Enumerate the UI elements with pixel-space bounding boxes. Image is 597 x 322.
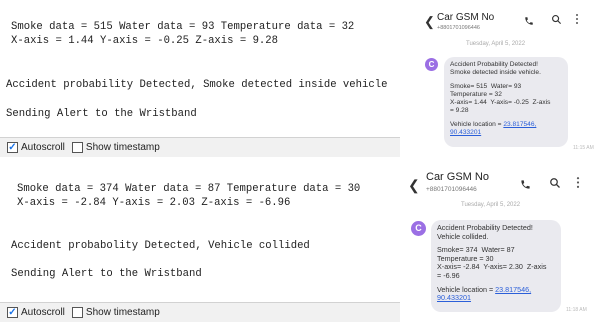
- serial-footer: ✓ Autoscroll Show timestamp: [0, 137, 400, 157]
- serial-line: Smoke data = 374 Water data = 87 Tempera…: [17, 183, 361, 195]
- contact-number: +8801701096446: [426, 186, 477, 193]
- search-icon[interactable]: [549, 176, 561, 194]
- message-date: Tuesday, April 5, 2022: [466, 41, 526, 47]
- autoscroll-checkbox[interactable]: ✓: [7, 142, 18, 153]
- check-icon: ✓: [8, 306, 17, 318]
- message-line: X-axis= 1.44 Y-axis= -0.25 Z-axis: [450, 99, 551, 106]
- serial-monitor-top: Smoke data = 515 Water data = 93 Tempera…: [0, 0, 400, 158]
- contact-name: Car GSM No: [437, 12, 495, 23]
- serial-line: Smoke data = 515 Water data = 93 Tempera…: [11, 21, 355, 33]
- message-line: Smoke detected inside vehicle.: [450, 69, 541, 76]
- message-line: Accident Probability Detected!: [450, 61, 538, 68]
- autoscroll-label: Autoscroll: [21, 142, 65, 153]
- phone-icon[interactable]: [524, 13, 534, 31]
- serial-monitor-bottom: Smoke data = 374 Water data = 87 Tempera…: [0, 166, 400, 322]
- autoscroll-label: Autoscroll: [21, 307, 65, 318]
- serial-line: Accident probability Detected, Smoke det…: [6, 79, 388, 91]
- message-bubble[interactable]: Accident Probability Detected! Vehicle c…: [431, 220, 561, 312]
- autoscroll-checkbox[interactable]: ✓: [7, 307, 18, 318]
- contact-number: +8801701096446: [437, 25, 480, 31]
- serial-line: X-axis = -2.84 Y-axis = 2.03 Z-axis = -6…: [17, 197, 291, 209]
- message-time: 11:15 AM: [573, 145, 594, 151]
- serial-line: Sending Alert to the Wristband: [6, 108, 197, 120]
- location-link[interactable]: 90.433201: [437, 293, 471, 302]
- serial-line: Sending Alert to the Wristband: [11, 268, 202, 280]
- sms-screen-top: ❮ Car GSM No +8801701096446 Tuesday, Apr…: [418, 0, 597, 158]
- message-line: = 9.28: [450, 107, 469, 114]
- serial-footer: ✓ Autoscroll Show timestamp: [0, 302, 400, 322]
- contact-name: Car GSM No: [426, 171, 489, 183]
- chevron-left-icon[interactable]: ❮: [424, 14, 435, 30]
- avatar: C: [425, 58, 438, 71]
- location-link[interactable]: 23.817546,: [495, 285, 531, 294]
- show-timestamp-label: Show timestamp: [85, 307, 160, 318]
- show-timestamp-checkbox[interactable]: [71, 142, 83, 153]
- message-line: Temperature = 32: [450, 91, 502, 98]
- more-vertical-icon[interactable]: [575, 176, 581, 194]
- show-timestamp-label: Show timestamp: [85, 142, 160, 153]
- more-vertical-icon[interactable]: [574, 12, 580, 30]
- message-date: Tuesday, April 5, 2022: [461, 202, 521, 208]
- search-icon[interactable]: [551, 12, 562, 30]
- avatar: C: [411, 221, 426, 236]
- message-line: = -6.96: [437, 270, 460, 280]
- check-icon: ✓: [8, 141, 17, 153]
- sms-screen-bottom: ❮ Car GSM No +8801701096446 Tuesday, Apr…: [404, 166, 597, 322]
- location-label: Vehicle location =: [450, 121, 504, 128]
- show-timestamp-checkbox[interactable]: [71, 307, 83, 318]
- phone-icon[interactable]: [520, 177, 531, 195]
- message-line: Vehicle collided.: [437, 231, 489, 241]
- message-time: 11:18 AM: [566, 307, 587, 313]
- message-bubble[interactable]: Accident Probability Detected! Smoke det…: [444, 57, 568, 147]
- message-line: Smoke= 515 Water= 93: [450, 83, 522, 90]
- location-link[interactable]: 90.433201: [450, 129, 481, 136]
- serial-line: Accident probabolity Detected, Vehicle c…: [11, 240, 310, 252]
- chevron-left-icon[interactable]: ❮: [408, 177, 420, 194]
- location-link[interactable]: 23.817546,: [503, 121, 536, 128]
- serial-line: X-axis = 1.44 Y-axis = -0.25 Z-axis = 9.…: [11, 35, 279, 47]
